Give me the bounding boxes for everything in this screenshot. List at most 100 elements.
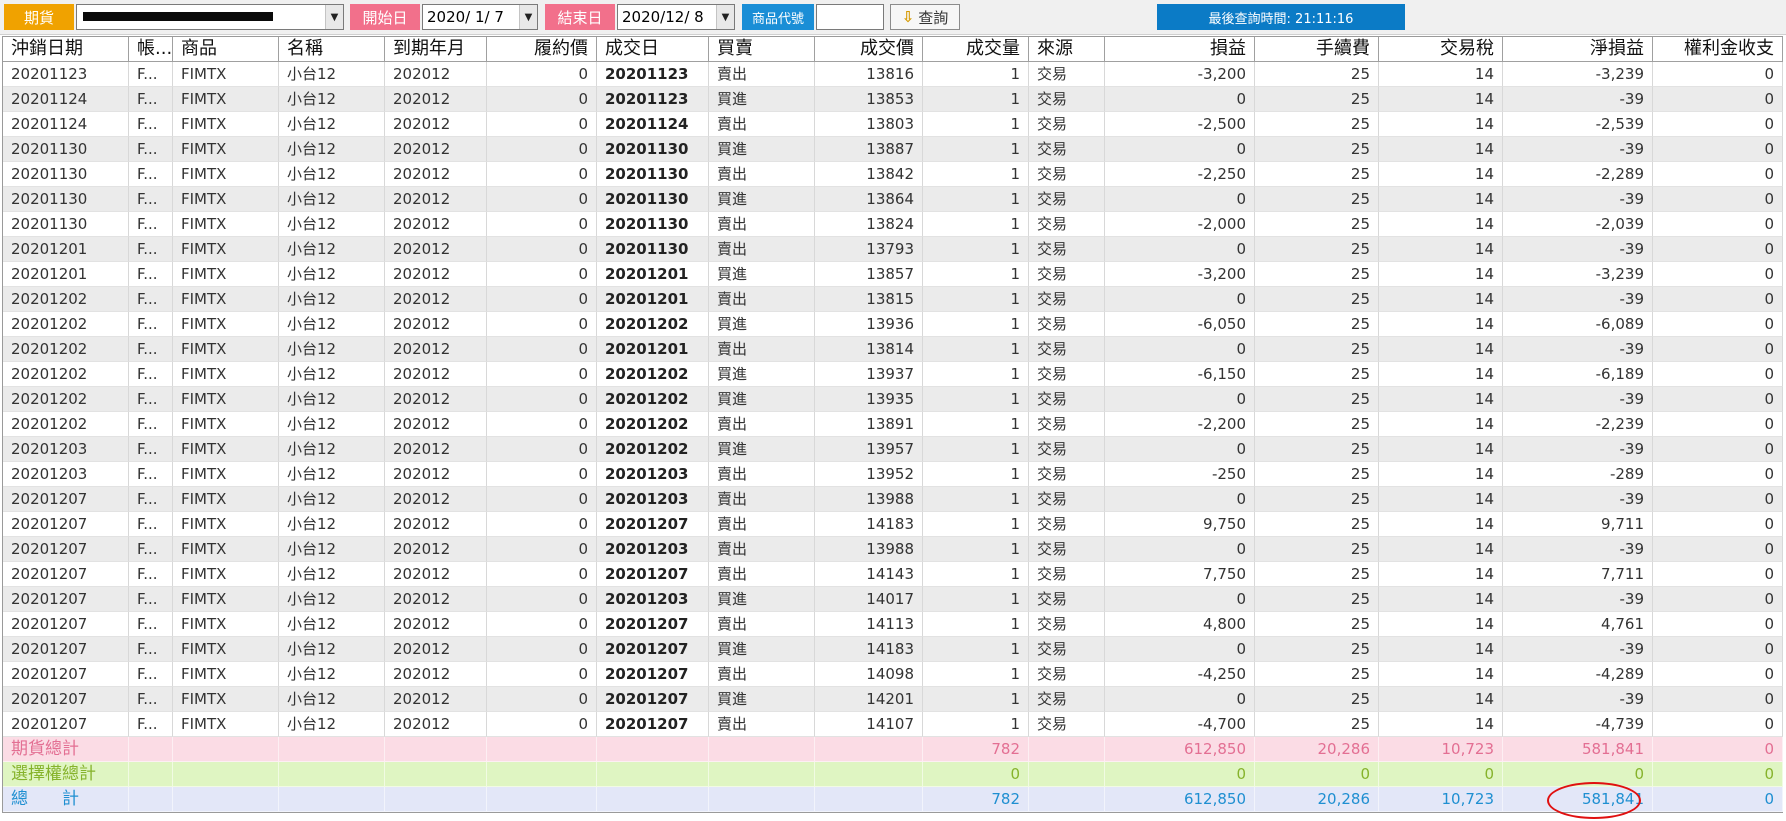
col-tax: 14 xyxy=(1379,537,1503,562)
table-row[interactable]: 20201203 F... FIMTX 小台12 202012 0 20201202 買進 13… xyxy=(3,437,1783,462)
col-pnl: -2,250 xyxy=(1105,162,1255,187)
col-product: FIMTX xyxy=(173,612,279,637)
account-select[interactable]: ▼ xyxy=(76,4,344,30)
column-header[interactable]: 名稱 xyxy=(279,37,385,62)
col-net-pnl: -39 xyxy=(1503,687,1653,712)
col-premium: 0 xyxy=(1653,462,1783,487)
table-row[interactable]: 20201201 F... FIMTX 小台12 202012 0 20201130 賣出 13… xyxy=(3,237,1783,262)
col-account: F... xyxy=(129,562,173,587)
col-pnl: 0 xyxy=(1105,137,1255,162)
chevron-down-icon[interactable]: ▼ xyxy=(519,5,537,29)
table-row[interactable]: 20201203 F... FIMTX 小台12 202012 0 20201203 賣出 13… xyxy=(3,462,1783,487)
col-pnl: -4,250 xyxy=(1105,662,1255,687)
table-row[interactable]: 20201207 F... FIMTX 小台12 202012 0 20201203 買進 14… xyxy=(3,587,1783,612)
table-row[interactable]: 20201207 F... FIMTX 小台12 202012 0 20201203 賣出 13… xyxy=(3,487,1783,512)
col-account: F... xyxy=(129,662,173,687)
column-header[interactable]: 手續費 xyxy=(1255,37,1379,62)
col-side: 賣出 xyxy=(709,212,815,237)
table-row[interactable]: 20201124 F... FIMTX 小台12 202012 0 20201123 買進 13… xyxy=(3,87,1783,112)
table-row[interactable]: 20201207 F... FIMTX 小台12 202012 0 20201207 賣出 14… xyxy=(3,512,1783,537)
col-account: F... xyxy=(129,612,173,637)
col-expiry: 202012 xyxy=(385,162,487,187)
table-row[interactable]: 20201207 F... FIMTX 小台12 202012 0 20201207 賣出 14… xyxy=(3,662,1783,687)
col-trade-date xyxy=(597,737,709,762)
table-row[interactable]: 20201202 F... FIMTX 小台12 202012 0 20201202 買進 13… xyxy=(3,362,1783,387)
column-header[interactable]: 沖銷日期 xyxy=(3,37,129,62)
col-trade-date: 20201203 xyxy=(597,537,709,562)
col-product: FIMTX xyxy=(173,562,279,587)
col-premium: 0 xyxy=(1653,212,1783,237)
col-product: FIMTX xyxy=(173,62,279,87)
query-button[interactable]: ⇩ 查詢 xyxy=(890,4,960,30)
col-expiry: 202012 xyxy=(385,437,487,462)
table-row[interactable]: 20201207 F... FIMTX 小台12 202012 0 20201207 賣出 14… xyxy=(3,712,1783,737)
col-net-pnl: -39 xyxy=(1503,237,1653,262)
column-header[interactable]: 來源 xyxy=(1029,37,1105,62)
col-account: F... xyxy=(129,187,173,212)
table-row[interactable]: 20201202 F... FIMTX 小台12 202012 0 20201202 買進 13… xyxy=(3,312,1783,337)
column-header[interactable]: 商品 xyxy=(173,37,279,62)
table-row[interactable]: 20201207 F... FIMTX 小台12 202012 0 20201207 買進 14… xyxy=(3,637,1783,662)
col-strike: 0 xyxy=(487,462,597,487)
end-date-picker[interactable]: 2020/12/ 8 ▼ xyxy=(617,4,735,30)
col-name: 小台12 xyxy=(279,362,385,387)
column-header[interactable]: 成交量 xyxy=(923,37,1029,62)
col-name: 小台12 xyxy=(279,112,385,137)
table-row[interactable]: 20201207 F... FIMTX 小台12 202012 0 20201207 賣出 14… xyxy=(3,612,1783,637)
column-header[interactable]: 成交日 xyxy=(597,37,709,62)
col-source: 交易 xyxy=(1029,187,1105,212)
col-strike: 0 xyxy=(487,62,597,87)
table-row[interactable]: 20201124 F... FIMTX 小台12 202012 0 20201124 賣出 13… xyxy=(3,112,1783,137)
col-net-pnl: -2,289 xyxy=(1503,162,1653,187)
column-header[interactable]: 成交價 xyxy=(815,37,923,62)
column-header[interactable]: 損益 xyxy=(1105,37,1255,62)
col-trade-date: 20201130 xyxy=(597,212,709,237)
col-premium: 0 xyxy=(1653,187,1783,212)
table-row[interactable]: 20201207 F... FIMTX 小台12 202012 0 20201203 賣出 13… xyxy=(3,537,1783,562)
table-row[interactable]: 20201123 F... FIMTX 小台12 202012 0 20201123 賣出 13… xyxy=(3,62,1783,87)
col-tax: 14 xyxy=(1379,687,1503,712)
table-row[interactable]: 20201201 F... FIMTX 小台12 202012 0 20201201 買進 13… xyxy=(3,262,1783,287)
col-trade-date: 20201203 xyxy=(597,487,709,512)
col-premium: 0 xyxy=(1653,112,1783,137)
table-row[interactable]: 20201202 F... FIMTX 小台12 202012 0 20201201 賣出 13… xyxy=(3,287,1783,312)
column-header[interactable]: 買賣 xyxy=(709,37,815,62)
column-header[interactable]: 淨損益 xyxy=(1503,37,1653,62)
col-net-pnl: -2,239 xyxy=(1503,412,1653,437)
table-row[interactable]: 20201202 F... FIMTX 小台12 202012 0 20201202 賣出 13… xyxy=(3,412,1783,437)
column-header[interactable]: 帳... xyxy=(129,37,173,62)
product-code-input[interactable] xyxy=(816,4,884,30)
table-row[interactable]: 20201202 F... FIMTX 小台12 202012 0 20201201 賣出 13… xyxy=(3,337,1783,362)
chevron-down-icon[interactable]: ▼ xyxy=(325,5,343,29)
col-strike: 0 xyxy=(487,87,597,112)
table-row[interactable]: 20201130 F... FIMTX 小台12 202012 0 20201130 買進 13… xyxy=(3,187,1783,212)
col-expiry: 202012 xyxy=(385,537,487,562)
col-account: F... xyxy=(129,712,173,737)
col-fee: 25 xyxy=(1255,562,1379,587)
col-net-pnl: 581,841 xyxy=(1503,737,1653,762)
col-net-pnl: -6,089 xyxy=(1503,312,1653,337)
col-trade-date: 20201207 xyxy=(597,637,709,662)
col-premium: 0 xyxy=(1653,587,1783,612)
chevron-down-icon[interactable]: ▼ xyxy=(716,5,734,29)
table-row[interactable]: 20201130 F... FIMTX 小台12 202012 0 20201130 買進 13… xyxy=(3,137,1783,162)
col-volume: 1 xyxy=(923,62,1029,87)
column-header[interactable]: 到期年月 xyxy=(385,37,487,62)
col-premium: 0 xyxy=(1653,62,1783,87)
column-header[interactable]: 權利金收支 xyxy=(1653,37,1783,62)
table-row[interactable]: 20201130 F... FIMTX 小台12 202012 0 20201130 賣出 13… xyxy=(3,162,1783,187)
table-row[interactable]: 20201207 F... FIMTX 小台12 202012 0 20201207 賣出 14… xyxy=(3,562,1783,587)
table-row[interactable]: 20201130 F... FIMTX 小台12 202012 0 20201130 賣出 13… xyxy=(3,212,1783,237)
col-trade-date: 20201207 xyxy=(597,712,709,737)
col-account xyxy=(129,762,173,787)
col-product: FIMTX xyxy=(173,512,279,537)
col-expiry: 202012 xyxy=(385,562,487,587)
column-header[interactable]: 履約價 xyxy=(487,37,597,62)
start-date-picker[interactable]: 2020/ 1/ 7 ▼ xyxy=(422,4,538,30)
col-pnl: -3,200 xyxy=(1105,262,1255,287)
table-row[interactable]: 20201202 F... FIMTX 小台12 202012 0 20201202 買進 13… xyxy=(3,387,1783,412)
col-expiry: 202012 xyxy=(385,237,487,262)
table-row[interactable]: 20201207 F... FIMTX 小台12 202012 0 20201207 買進 14… xyxy=(3,687,1783,712)
col-tax: 14 xyxy=(1379,112,1503,137)
column-header[interactable]: 交易稅 xyxy=(1379,37,1503,62)
